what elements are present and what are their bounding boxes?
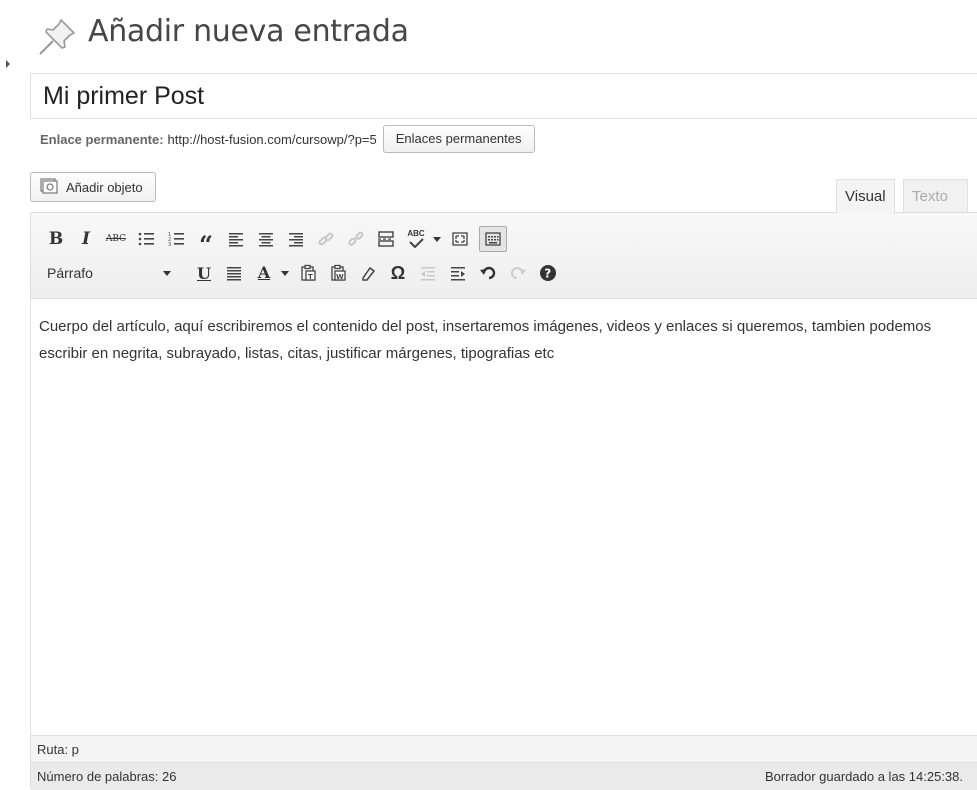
permalink-label: Enlace permanente: — [40, 131, 164, 147]
toolbar-row-1: B I ABC 123 “ ABC — [43, 226, 507, 259]
align-center-icon[interactable] — [253, 226, 279, 252]
spellcheck-dropdown-icon[interactable] — [433, 236, 441, 242]
text-color-dropdown-icon[interactable] — [281, 270, 289, 276]
post-editor: B I ABC 123 “ ABC Párrafo U A T W Ω ? Cu… — [30, 212, 977, 790]
post-title-input[interactable]: Mi primer Post — [30, 73, 977, 119]
collapse-menu-arrow-icon[interactable] — [6, 60, 10, 68]
pushpin-icon — [34, 14, 80, 60]
kitchen-sink-icon[interactable] — [479, 226, 507, 252]
permalinks-button[interactable]: Enlaces permanentes — [382, 125, 535, 153]
text-color-glyph: A — [257, 263, 271, 282]
bold-glyph: B — [48, 229, 64, 249]
clear-formatting-icon[interactable] — [355, 260, 381, 286]
italic-glyph: I — [82, 229, 90, 249]
read-more-icon[interactable] — [373, 226, 399, 252]
indent-icon[interactable] — [445, 260, 471, 286]
bullet-list-icon[interactable] — [133, 226, 159, 252]
toolbar-row-2: Párrafo U A T W Ω ? — [43, 260, 561, 286]
redo-icon[interactable] — [505, 260, 531, 286]
editor-status-bar: Número de palabras: 26 Borrador guardado… — [31, 762, 977, 790]
justify-icon[interactable] — [221, 260, 247, 286]
align-right-icon[interactable] — [283, 226, 309, 252]
strikethrough-glyph: ABC — [105, 234, 127, 244]
svg-text:?: ? — [544, 267, 551, 281]
bold-icon[interactable]: B — [43, 226, 69, 252]
paste-word-icon[interactable]: W — [325, 260, 351, 286]
word-count: Número de palabras: 26 — [37, 769, 177, 784]
permalink-row: Enlace permanente: http://host-fusion.co… — [40, 125, 535, 153]
format-select-value: Párrafo — [47, 265, 93, 281]
underline-glyph: U — [197, 263, 211, 283]
help-icon[interactable]: ? — [535, 260, 561, 286]
fullscreen-icon[interactable] — [447, 226, 473, 252]
svg-text:W: W — [336, 273, 344, 281]
align-left-icon[interactable] — [223, 226, 249, 252]
page-title: Añadir nueva entrada — [88, 14, 409, 49]
blockquote-icon[interactable]: “ — [193, 226, 219, 259]
spellcheck-glyph: ABC — [407, 229, 425, 238]
svg-text:T: T — [308, 273, 313, 281]
outdent-icon[interactable] — [415, 260, 441, 286]
italic-icon[interactable]: I — [73, 226, 99, 252]
editor-path: Ruta: p — [31, 735, 977, 762]
format-select[interactable]: Párrafo — [43, 261, 179, 285]
paste-text-icon[interactable]: T — [295, 260, 321, 286]
underline-icon[interactable]: U — [191, 260, 217, 286]
undo-icon[interactable] — [475, 260, 501, 286]
draft-saved-status: Borrador guardado a las 14:25:38. — [764, 769, 963, 784]
special-character-icon[interactable]: Ω — [385, 260, 411, 286]
special-character-glyph: Ω — [390, 262, 406, 283]
strikethrough-icon[interactable]: ABC — [103, 226, 129, 252]
chevron-down-icon — [163, 270, 171, 276]
media-icon — [39, 177, 59, 198]
tab-text[interactable]: Texto — [903, 179, 968, 213]
remove-link-icon[interactable] — [343, 226, 369, 252]
add-media-button[interactable]: Añadir objeto — [30, 172, 156, 202]
editor-toolbar: B I ABC 123 “ ABC Párrafo U A T W Ω ? — [31, 213, 977, 299]
tab-visual[interactable]: Visual — [836, 179, 895, 214]
spellcheck-icon[interactable]: ABC — [403, 226, 429, 252]
editor-content[interactable]: Cuerpo del artículo, aquí escribiremos e… — [39, 313, 939, 367]
insert-link-icon[interactable] — [313, 226, 339, 252]
numbered-list-icon[interactable]: 123 — [163, 226, 189, 252]
permalink-url[interactable]: http://host-fusion.com/cursowp/?p=5 — [168, 132, 377, 147]
text-color-icon[interactable]: A — [251, 260, 277, 286]
blockquote-glyph: “ — [199, 229, 213, 259]
add-media-label: Añadir objeto — [66, 179, 143, 195]
svg-text:3: 3 — [168, 242, 171, 248]
